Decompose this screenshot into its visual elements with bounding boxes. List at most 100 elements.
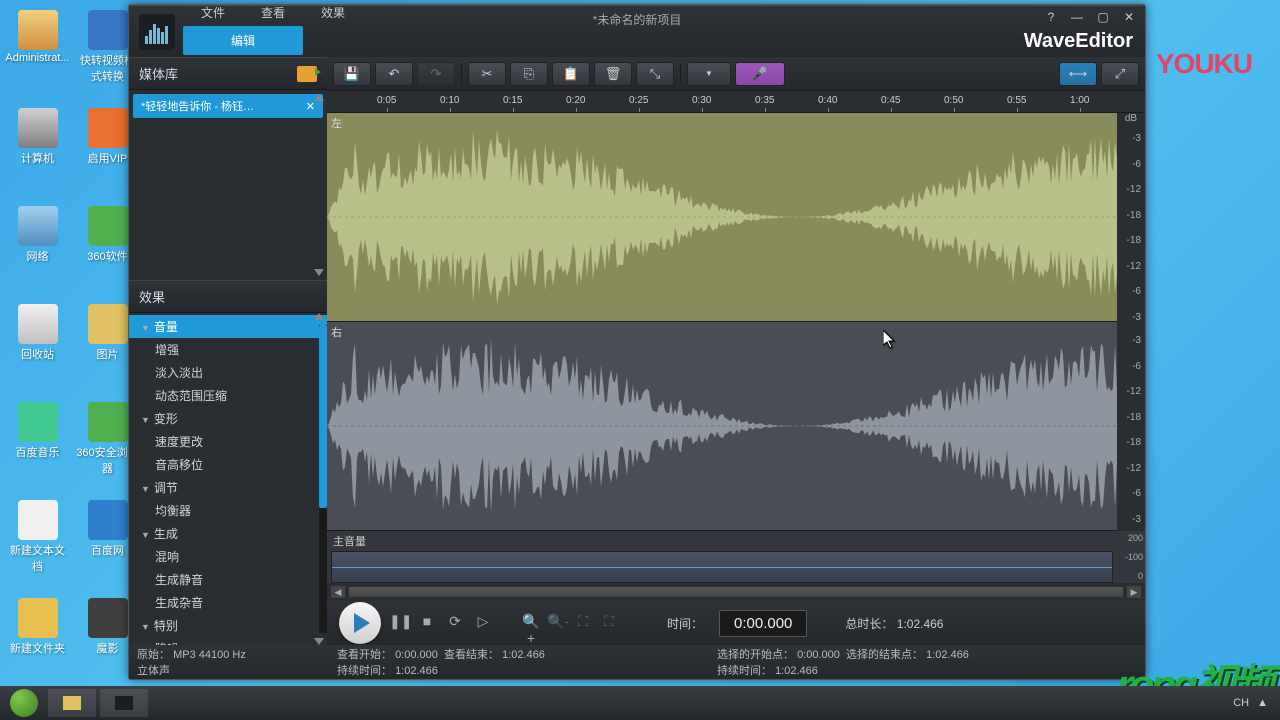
- menu-view[interactable]: 查看: [243, 2, 303, 23]
- redo-button[interactable]: ↷: [417, 62, 455, 86]
- waveform-right[interactable]: 右: [327, 322, 1117, 531]
- scroll-thumb[interactable]: [319, 325, 327, 508]
- effect-denoise[interactable]: 降噪: [129, 637, 327, 645]
- media-item[interactable]: *轻轻地告诉你 - 杨钰… ✕: [133, 94, 323, 118]
- delete-button[interactable]: 🗑: [594, 62, 632, 86]
- desktop-recycle[interactable]: 回收站: [5, 304, 70, 362]
- effect-dynamic[interactable]: 动态范围压缩: [129, 384, 327, 407]
- desktop-newtxt[interactable]: 新建文本文档: [5, 500, 70, 574]
- fit-button[interactable]: ⟷: [1059, 62, 1097, 86]
- undo-button[interactable]: ↶: [375, 62, 413, 86]
- close-button[interactable]: ✕: [1119, 10, 1139, 26]
- paste-button[interactable]: 📋: [552, 62, 590, 86]
- desktop-computer[interactable]: 计算机: [5, 108, 70, 166]
- zoom-out-button[interactable]: 🔍-: [547, 613, 567, 633]
- task-waveeditor[interactable]: [100, 689, 148, 717]
- play-button[interactable]: [339, 602, 381, 644]
- effect-fade[interactable]: 淡入淡出: [129, 361, 327, 384]
- waveform-left[interactable]: 左: [327, 113, 1117, 322]
- record-button[interactable]: 🎤: [735, 62, 785, 86]
- master-volume-track[interactable]: 主音量: [327, 531, 1117, 583]
- ruler-tick: 1:00: [1070, 95, 1089, 106]
- scroll-down-icon[interactable]: [314, 638, 324, 645]
- scroll-left-icon[interactable]: ◀: [331, 586, 345, 598]
- ruler-tick: 0:20: [566, 95, 585, 106]
- save-button[interactable]: 💾: [333, 62, 371, 86]
- taskbar[interactable]: CH ▲: [0, 686, 1280, 720]
- crop-button[interactable]: ⤡: [636, 62, 674, 86]
- titlebar[interactable]: 文件 查看 效果 编辑 *未命名的新项目 WaveEditor ? — ▢ ✕: [129, 5, 1145, 57]
- main-area: 💾 ↶ ↷ ✂ ⎘ 📋 🗑 ⤡ ▼ 🎤 ⟷ ⤢ 0:050:100:150:20…: [327, 57, 1145, 645]
- effect-noise[interactable]: 生成杂音: [129, 591, 327, 614]
- effect-cat-special[interactable]: 特别: [129, 614, 327, 637]
- time-display[interactable]: 0:00.000: [719, 610, 807, 637]
- effect-equalizer[interactable]: 均衡器: [129, 499, 327, 522]
- start-button[interactable]: [4, 688, 44, 718]
- zoom-sel-button[interactable]: ⤢: [1101, 62, 1139, 86]
- effect-enhance[interactable]: 增强: [129, 338, 327, 361]
- db-value: -18: [1119, 412, 1143, 423]
- effect-cat-transform[interactable]: 变形: [129, 407, 327, 430]
- stereo-label: 立体声: [137, 662, 337, 678]
- scale-val: 0: [1119, 571, 1143, 581]
- toolbar: 💾 ↶ ↷ ✂ ⎘ 📋 🗑 ⤡ ▼ 🎤 ⟷ ⤢: [327, 57, 1145, 91]
- scroll-right-icon[interactable]: ▶: [1127, 586, 1141, 598]
- effect-speed[interactable]: 速度更改: [129, 430, 327, 453]
- scroll-down-icon[interactable]: [314, 269, 324, 276]
- play-selection-button[interactable]: ▷: [473, 613, 493, 633]
- desktop-baidu-music[interactable]: 百度音乐: [5, 402, 70, 460]
- ruler-tick: 0:15: [503, 95, 522, 106]
- orig-format: MP3 44100 Hz: [173, 649, 246, 661]
- scale-val: -100: [1119, 552, 1143, 562]
- stop-button[interactable]: ■: [417, 613, 437, 633]
- scroll-thumb[interactable]: [349, 587, 1123, 597]
- label: 新建文本文档: [5, 542, 70, 574]
- label: 网络: [5, 248, 70, 264]
- db-value: -12: [1119, 463, 1143, 474]
- time-label: 时间：: [667, 615, 703, 632]
- channel-right-label: 右: [331, 324, 342, 340]
- effect-pitch[interactable]: 音高移位: [129, 453, 327, 476]
- pause-button[interactable]: ❚❚: [389, 613, 409, 633]
- minimize-button[interactable]: —: [1067, 10, 1087, 26]
- effect-reverb[interactable]: 混响: [129, 545, 327, 568]
- open-folder-icon[interactable]: [297, 66, 317, 82]
- cut-button[interactable]: ✂: [468, 62, 506, 86]
- desktop-newfolder[interactable]: 新建文件夹: [5, 598, 70, 656]
- media-item-close-icon[interactable]: ✕: [306, 100, 315, 113]
- flag-button[interactable]: ▼: [687, 62, 731, 86]
- effect-cat-generate[interactable]: 生成: [129, 522, 327, 545]
- desktop-network[interactable]: 网络: [5, 206, 70, 264]
- zoom-fit-button[interactable]: ⛶: [573, 613, 593, 633]
- ruler-tick: 0:35: [755, 95, 774, 106]
- loop-button[interactable]: ⟳: [445, 613, 465, 633]
- desktop-admin[interactable]: Administrat...: [5, 10, 70, 64]
- media-list: *轻轻地告诉你 - 杨钰… ✕: [129, 90, 327, 280]
- effects-scrollbar[interactable]: [317, 313, 327, 645]
- effects-list: 音量 增强 淡入淡出 动态范围压缩 变形 速度更改 音高移位 调节 均衡器 生成…: [129, 313, 327, 645]
- maximize-button[interactable]: ▢: [1093, 10, 1113, 26]
- label: 回收站: [5, 346, 70, 362]
- tray-icon[interactable]: ▲: [1257, 697, 1268, 709]
- db-value: -12: [1119, 261, 1143, 272]
- effect-cat-adjust[interactable]: 调节: [129, 476, 327, 499]
- db-value: -12: [1119, 184, 1143, 195]
- horizontal-scrollbar[interactable]: ◀ ▶: [327, 583, 1145, 601]
- timeline-ruler[interactable]: 0:050:100:150:200:250:300:350:400:450:50…: [327, 91, 1145, 113]
- effect-cat-volume[interactable]: 音量: [129, 315, 327, 338]
- lang-indicator[interactable]: CH: [1233, 697, 1249, 709]
- menu-edit[interactable]: 编辑: [183, 26, 303, 55]
- copy-button[interactable]: ⎘: [510, 62, 548, 86]
- zoom-all-button[interactable]: ⛶: [599, 613, 619, 633]
- effect-silence[interactable]: 生成静音: [129, 568, 327, 591]
- zoom-in-button[interactable]: 🔍+: [521, 613, 541, 633]
- scroll-up-icon[interactable]: [314, 94, 324, 101]
- scale-val: 200: [1119, 533, 1143, 543]
- menu-file[interactable]: 文件: [183, 2, 243, 23]
- menu-effects[interactable]: 效果: [303, 2, 363, 23]
- scroll-up-icon[interactable]: [314, 313, 324, 320]
- system-tray[interactable]: CH ▲: [1233, 697, 1276, 709]
- task-explorer[interactable]: [48, 689, 96, 717]
- ruler-tick: 0:10: [440, 95, 459, 106]
- help-button[interactable]: ?: [1041, 10, 1061, 26]
